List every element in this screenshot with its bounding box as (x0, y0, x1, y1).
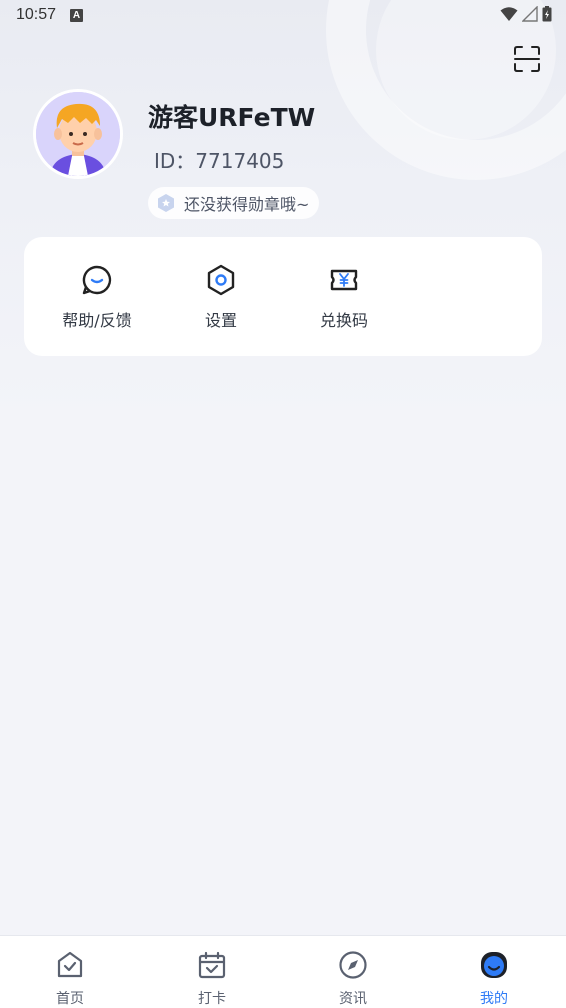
tab-label: 打卡 (198, 991, 226, 1007)
home-icon (57, 951, 83, 978)
medal-status-pill[interactable]: 还没获得勋章哦~ (148, 187, 320, 219)
avatar[interactable] (33, 89, 123, 179)
tab-label: 我的 (480, 991, 508, 1007)
menu-item-label: 设置 (204, 311, 237, 330)
avatar-illustration (36, 92, 120, 176)
bottom-tab-bar: 首页 打卡 资讯 我的 (0, 935, 566, 1008)
tab-checkin[interactable]: 打卡 (162, 936, 262, 1008)
menu-item-help-feedback[interactable]: 帮助/反馈 (37, 237, 157, 356)
hexagon-settings-icon (207, 264, 235, 296)
menu-item-settings[interactable]: 设置 (161, 237, 281, 356)
chat-bubble-icon (82, 265, 112, 295)
tab-label: 首页 (56, 991, 84, 1007)
status-bar: 10:57 A (0, 0, 566, 30)
cell-signal-icon (522, 6, 538, 22)
medal-status-text: 还没获得勋章哦~ (184, 195, 310, 214)
menu-item-label: 兑换码 (319, 311, 368, 330)
calendar-check-icon (198, 951, 226, 979)
ticket-yen-icon (330, 269, 358, 291)
medal-hexagon-icon (158, 194, 174, 212)
scan-icon (514, 46, 540, 72)
notification-icon: A (70, 8, 84, 22)
profile-face-icon (481, 952, 507, 978)
scan-button[interactable] (512, 44, 542, 74)
tab-home[interactable]: 首页 (20, 936, 120, 1008)
quick-menu-card: 帮助/反馈 设置 兑换码 (24, 237, 542, 356)
tab-news[interactable]: 资讯 (303, 936, 403, 1008)
status-time: 10:57 (16, 6, 57, 23)
tab-mine[interactable]: 我的 (444, 936, 544, 1008)
menu-item-label: 帮助/反馈 (62, 311, 132, 330)
status-icons (500, 6, 552, 22)
battery-icon (542, 6, 552, 22)
wifi-icon (500, 7, 518, 21)
compass-icon (339, 951, 367, 979)
tab-label: 资讯 (339, 991, 367, 1007)
menu-item-redeem-code[interactable]: 兑换码 (284, 237, 404, 356)
user-id: ID：7717405 (154, 149, 285, 173)
username: 游客URFeTW (148, 103, 316, 132)
